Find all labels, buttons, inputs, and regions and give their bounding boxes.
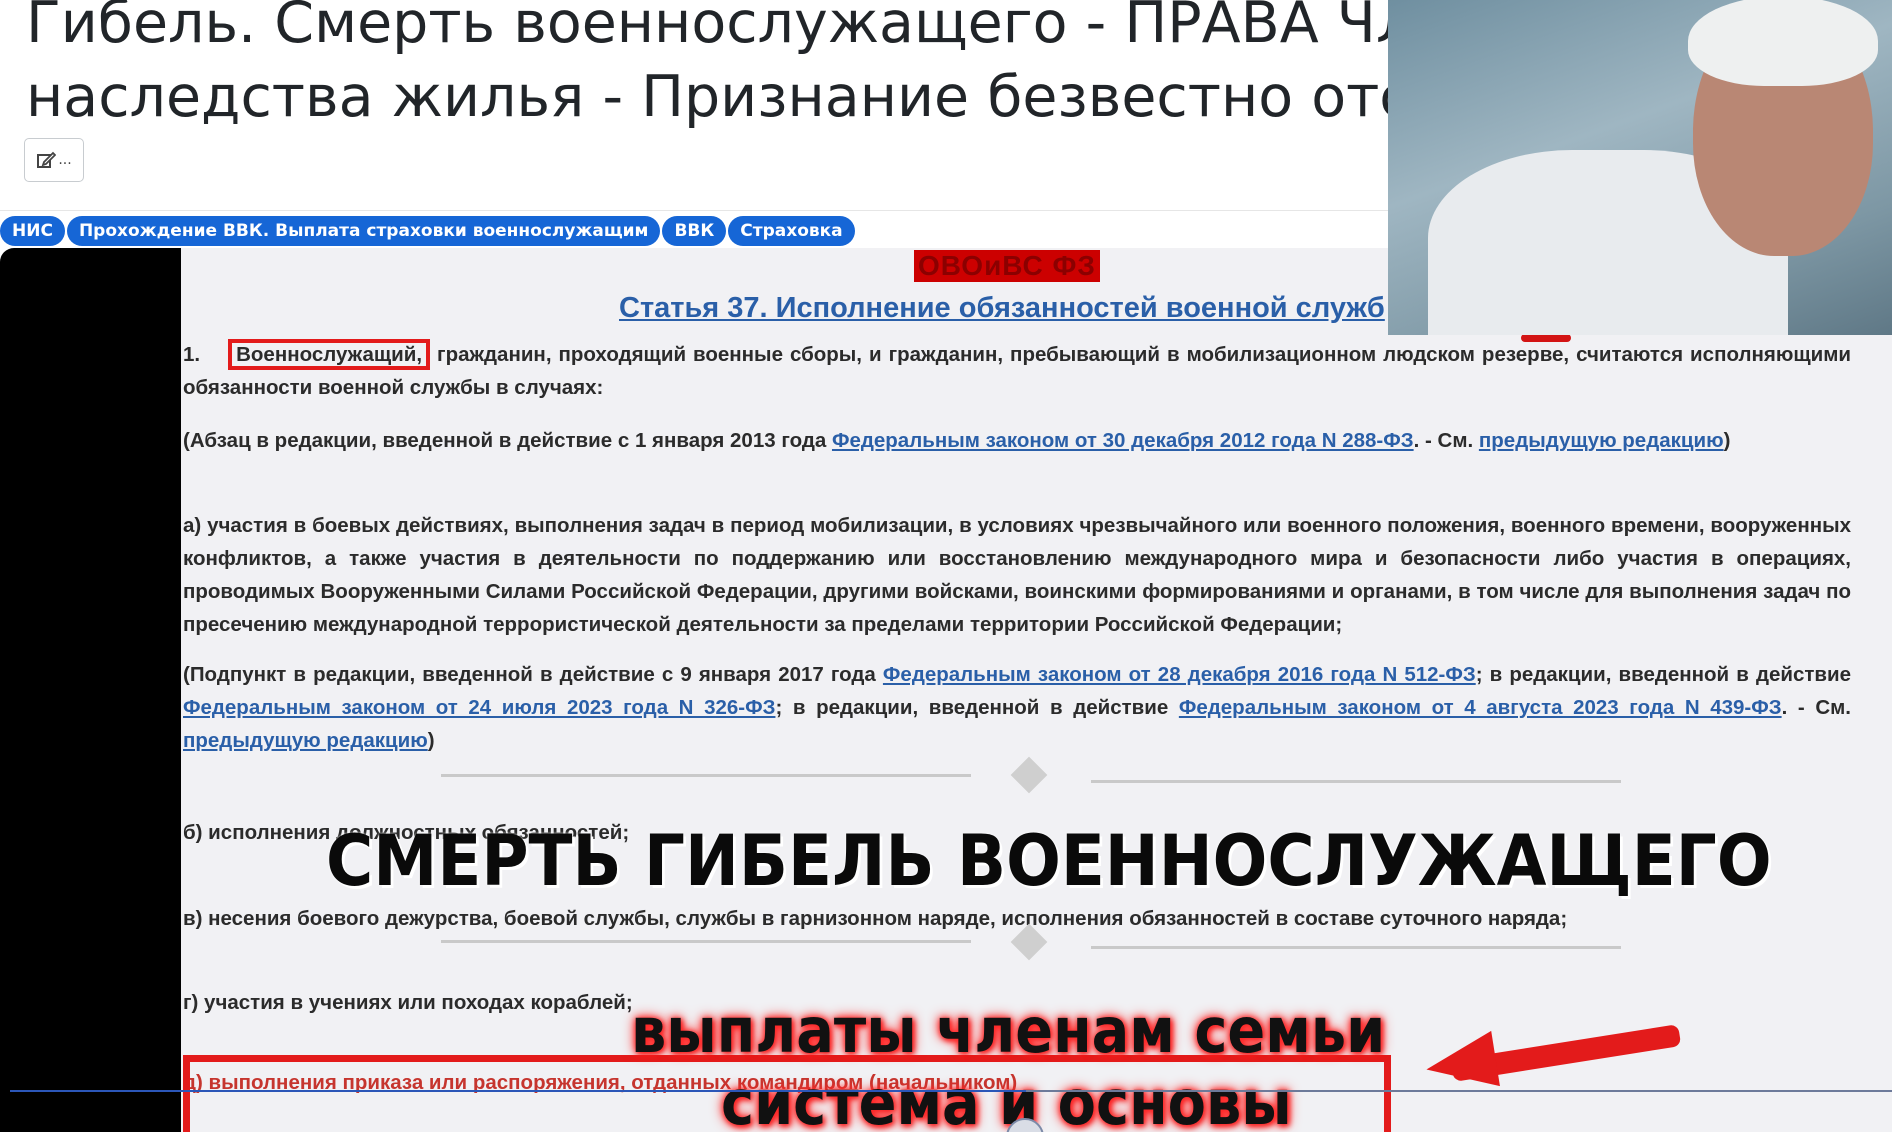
amendment-sep-1: ; в редакции, введенной в действие: [1475, 663, 1852, 686]
amendment-sep-2: ; в редакции, введенной в действие: [775, 696, 1179, 719]
video-document-frame: ОВОиВС ФЗ Статья 37. Исполнение обязанно…: [181, 248, 1892, 1132]
video-player[interactable]: ОВОиВС ФЗ Статья 37. Исполнение обязанно…: [0, 248, 1892, 1132]
amendment-text: (Подпункт в редакции, введенной в действ…: [183, 663, 883, 686]
page-header: Гибель. Смерть военнослужащего - ПРАВА Ч…: [0, 0, 1400, 211]
paragraph-v: в) несения боевого дежурства, боевой слу…: [183, 907, 1568, 930]
edit-button[interactable]: ...: [24, 138, 84, 182]
tag-list: НИС Прохождение ВВК. Выплата страховки в…: [0, 216, 855, 246]
page-title-line-2: наследства жилья - Признание безвестно о…: [26, 64, 1400, 130]
paragraph-amendment: (Подпункт в редакции, введенной в действ…: [183, 658, 1851, 757]
tag-insurance[interactable]: Страховка: [728, 216, 855, 246]
tag-vvk[interactable]: ВВК: [662, 216, 727, 246]
previous-edition-link-2: предыдущую редакцию: [183, 729, 428, 752]
paragraph-2-sep: . - См.: [1413, 429, 1479, 452]
divider-diamond-1: [1010, 756, 1048, 794]
overlay-subtitle-2: система и основы: [721, 1066, 1292, 1132]
previous-edition-link: предыдущую редакцию: [1478, 429, 1724, 452]
paragraph-1-text: гражданин, проходящий военные сборы, и г…: [183, 343, 1851, 399]
webcam-overlay: [1388, 0, 1892, 335]
divider-line-4: [1091, 946, 1621, 949]
divider-line-1: [441, 774, 971, 777]
amendment-sep-3: . - См.: [1781, 696, 1851, 719]
divider-line-3: [441, 940, 971, 943]
presenter-hair: [1688, 0, 1878, 86]
divider-line-2: [1091, 780, 1621, 783]
tag-nis[interactable]: НИС: [0, 216, 65, 246]
video-header-badge: ОВОиВС ФЗ: [914, 250, 1100, 282]
law-link-439: Федеральным законом от 4 августа 2023 го…: [1178, 696, 1782, 719]
tag-vvk-insurance-payout[interactable]: Прохождение ВВК. Выплата страховки военн…: [66, 216, 661, 246]
video-progress-fill: [10, 1090, 1027, 1092]
edit-ellipsis: ...: [58, 152, 72, 168]
page-title-line-1: Гибель. Смерть военнослужащего - ПРАВА Ч…: [26, 0, 1400, 56]
article-title: Статья 37. Исполнение обязанностей военн…: [619, 292, 1385, 324]
red-arrow-head: [1422, 1030, 1500, 1098]
paragraph-1-number: 1.: [183, 343, 201, 366]
paragraph-1: 1. Военнослужащий, гражданин, проходящий …: [183, 338, 1851, 404]
paragraph-2-end: ): [1723, 429, 1731, 452]
highlighted-term: Военнослужащий,: [228, 339, 431, 370]
paragraph-2: (Абзац в редакции, введенной в действие …: [183, 424, 1851, 457]
law-link-288: Федеральным законом от 30 декабря 2012 г…: [831, 429, 1414, 452]
edit-icon: [37, 151, 57, 168]
paragraph-a: а) участия в боевых действиях, выполнени…: [183, 514, 1851, 636]
law-link-512: Федеральным законом от 28 декабря 2016 г…: [882, 663, 1476, 686]
amendment-end: ): [427, 729, 435, 752]
overlay-subtitle-1: выплаты членам семьи: [631, 994, 1386, 1067]
red-marker: [1521, 334, 1571, 342]
paragraph-2-text: (Абзац в редакции, введенной в действие …: [183, 429, 832, 452]
law-link-326: Федеральным законом от 24 июля 2023 года…: [183, 696, 776, 719]
overlay-headline: СМЕРТЬ ГИБЕЛЬ ВОЕННОСЛУЖАЩЕГО: [326, 820, 1772, 902]
